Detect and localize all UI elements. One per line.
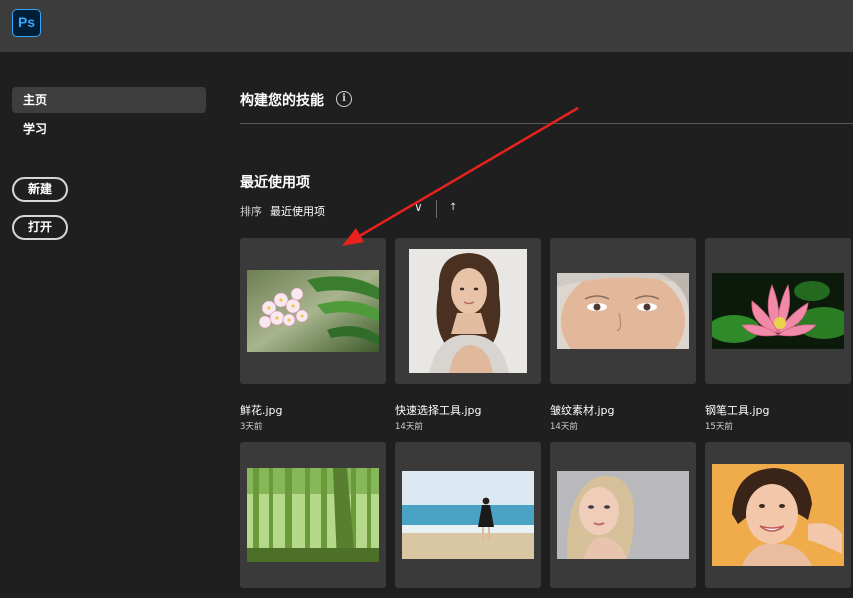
recent-file-card[interactable] [705,238,851,384]
woman-portrait-photo [409,249,527,373]
beach-photo [402,471,534,559]
blonde-portrait-photo [557,471,689,559]
file-name: 钢笔工具.jpg [705,404,770,417]
skills-section-title: 构建您的技能 [240,93,324,109]
sort-dropdown[interactable]: 最近使用项 [270,203,325,219]
recent-file-card[interactable] [550,238,696,384]
file-modified-time: 14天前 [550,422,578,432]
photoshop-logo-icon: Ps [12,9,41,37]
recent-file-card[interactable] [240,442,386,588]
file-name: 快速选择工具.jpg [395,404,482,417]
file-name: 鲜花.jpg [240,404,283,417]
file-modified-time: 3天前 [240,422,263,432]
recent-file-card[interactable] [550,442,696,588]
sidebar: 主页 学习 新建 打开 [0,52,220,598]
recent-file-card[interactable] [395,238,541,384]
bamboo-photo [247,468,379,562]
lotus-photo [712,273,844,349]
open-button[interactable]: 打开 [12,215,69,240]
home-content: 构建您的技能 i 最近使用项 排序 最近使用项 ∨ ↑ 鲜花.jpg 3天前 快… [220,52,853,598]
sidebar-item-home[interactable]: 主页 [12,87,206,113]
sort-direction-arrow-icon[interactable]: ↑ [449,202,457,213]
file-name: 皱纹素材.jpg [550,404,615,417]
chevron-down-icon[interactable]: ∨ [414,200,423,214]
recent-file-card[interactable] [240,238,386,384]
file-modified-time: 14天前 [395,422,423,432]
recent-file-card[interactable] [705,442,851,588]
sort-label: 排序 [240,205,262,218]
flower-photo [247,270,379,352]
sidebar-item-learn[interactable]: 学习 [12,116,206,142]
sort-divider [436,200,437,218]
smiling-woman-photo [712,464,844,566]
recent-section-title: 最近使用项 [240,175,310,191]
elderly-face-photo [557,273,689,349]
recent-file-card[interactable] [395,442,541,588]
info-icon[interactable]: i [336,91,352,107]
new-button[interactable]: 新建 [12,177,69,202]
title-bar: Ps [0,0,853,52]
file-modified-time: 15天前 [705,422,733,432]
section-divider [240,123,853,124]
